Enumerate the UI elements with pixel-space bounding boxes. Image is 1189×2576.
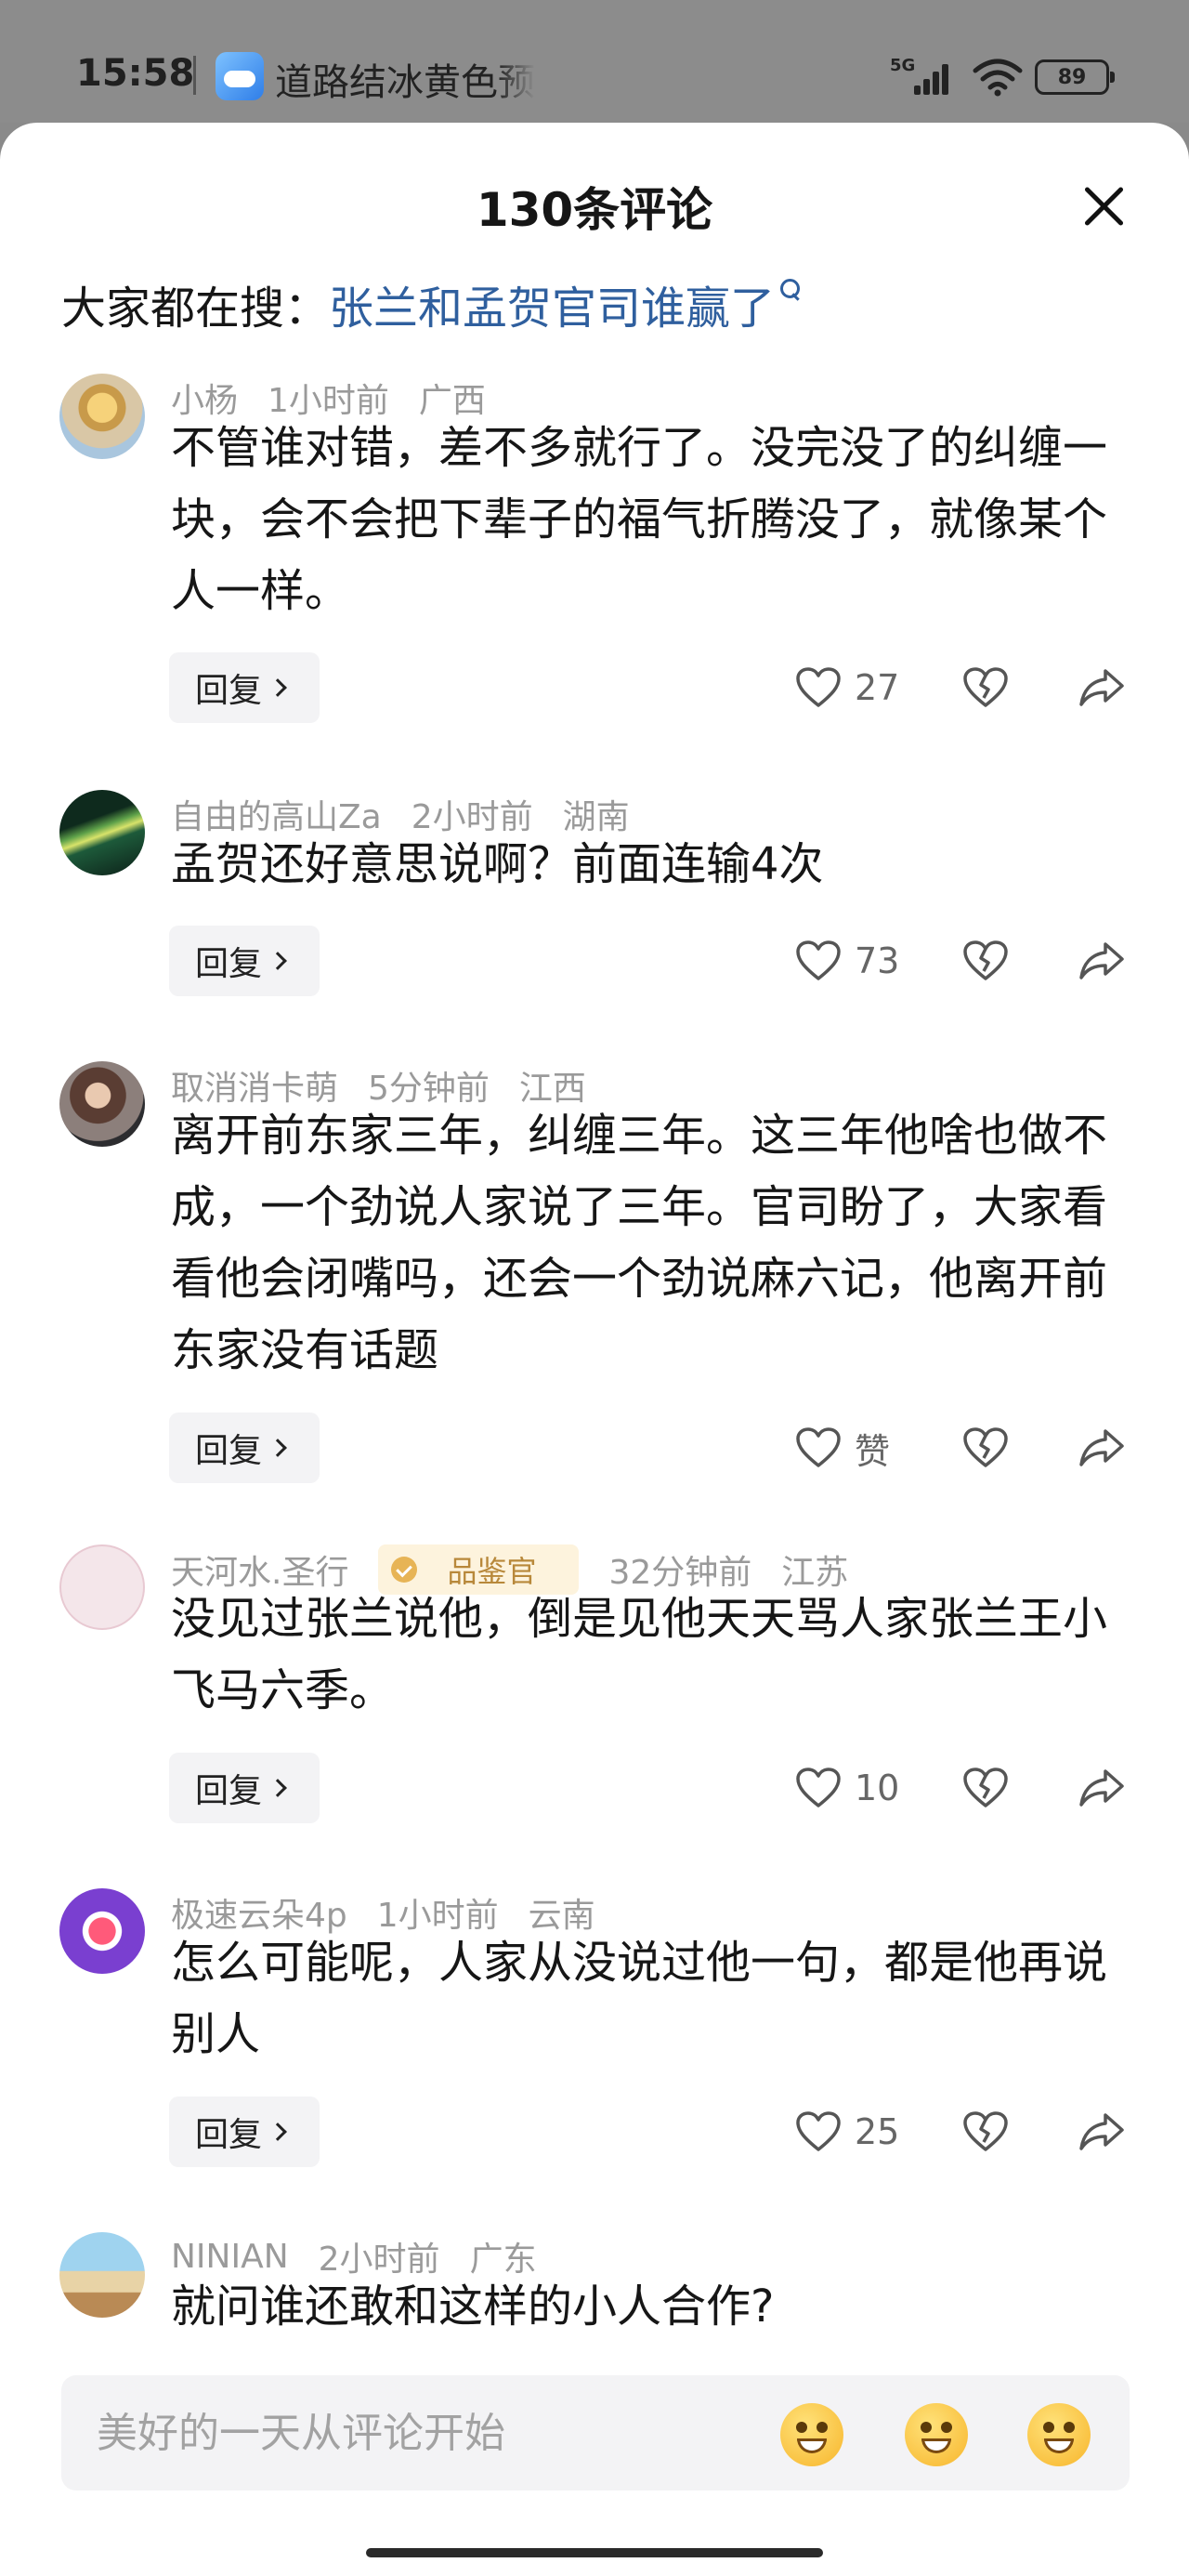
avatar[interactable] <box>59 1888 145 1974</box>
reply-button[interactable]: 回复 <box>169 1753 320 1823</box>
comment-text: 孟贺还好意思说啊？前面连输4次 <box>171 838 824 890</box>
chevron-right-icon <box>268 2123 287 2141</box>
share-icon <box>1079 1769 1124 1807</box>
status-time: 15:58 <box>76 52 195 95</box>
network-type: 5G <box>890 56 916 75</box>
emoji-icon[interactable] <box>1027 2403 1091 2466</box>
avatar[interactable] <box>59 374 145 459</box>
broken-heart-icon <box>963 940 1008 980</box>
like-button[interactable]: 27 <box>795 652 899 723</box>
dislike-button[interactable] <box>962 1413 1014 1483</box>
avatar[interactable] <box>59 1544 145 1630</box>
like-button[interactable]: 25 <box>795 2096 899 2167</box>
chevron-right-icon <box>268 1779 287 1797</box>
share-button[interactable] <box>1078 652 1130 723</box>
weather-app-icon <box>216 52 264 100</box>
search-suggestion: 大家都在搜：张兰和孟贺官司谁赢了 <box>61 271 803 336</box>
status-bar: 15:58 道路结冰黄色预警 5G 89 <box>0 0 1189 123</box>
wifi-icon <box>973 59 1023 97</box>
status-divider <box>193 56 196 95</box>
reply-label: 回复 <box>195 2116 263 2154</box>
chevron-right-icon <box>268 952 287 970</box>
sheet-title: 130条评论 <box>476 183 713 237</box>
close-icon[interactable] <box>1078 180 1130 232</box>
search-label: 大家都在搜： <box>61 283 330 335</box>
heart-icon <box>796 1768 841 1807</box>
like-count: 25 <box>855 2111 900 2152</box>
share-icon <box>1079 1429 1124 1466</box>
chevron-right-icon <box>268 678 287 697</box>
battery-icon: 89 <box>1035 59 1115 95</box>
like-button[interactable]: 10 <box>795 1753 899 1823</box>
share-button[interactable] <box>1078 926 1130 996</box>
share-button[interactable] <box>1078 2096 1130 2167</box>
like-count: 10 <box>855 1768 900 1808</box>
like-count: 赞 <box>855 1430 891 1472</box>
check-badge-icon <box>391 1557 418 1583</box>
dislike-button[interactable] <box>962 1753 1014 1823</box>
reply-button[interactable]: 回复 <box>169 2096 320 2167</box>
share-button[interactable] <box>1078 1413 1130 1483</box>
comment-text: 怎么可能呢，人家从没说过他一句，都是他再说别人 <box>171 1937 1108 2060</box>
broken-heart-icon <box>963 667 1008 707</box>
like-button[interactable]: 73 <box>795 926 899 996</box>
heart-icon <box>796 667 841 707</box>
avatar[interactable] <box>59 2232 145 2318</box>
comment-text: 就问谁还敢和这样的小人合作? <box>171 2280 775 2333</box>
like-count: 73 <box>855 940 900 981</box>
avatar[interactable] <box>59 1061 145 1147</box>
share-icon <box>1079 669 1124 706</box>
broken-heart-icon <box>963 1427 1008 1467</box>
avatar[interactable] <box>59 790 145 875</box>
status-notification: 道路结冰黄色预警 <box>275 61 535 104</box>
broken-heart-icon <box>963 1768 1008 1807</box>
share-icon <box>1079 942 1124 979</box>
comment-text: 没见过张兰说他，倒是见他天天骂人家张兰王小飞马六季。 <box>171 1593 1108 1716</box>
share-button[interactable] <box>1078 1753 1130 1823</box>
emoji-icon[interactable] <box>780 2403 843 2466</box>
comment-input[interactable] <box>97 2405 747 2461</box>
reply-button[interactable]: 回复 <box>169 1413 320 1483</box>
comment-input-bar <box>61 2375 1130 2491</box>
emoji-icon[interactable] <box>905 2403 968 2466</box>
search-icon <box>780 279 803 307</box>
like-button[interactable]: 赞 <box>795 1413 890 1483</box>
heart-icon <box>796 1427 841 1467</box>
home-indicator[interactable] <box>366 2548 823 2557</box>
heart-icon <box>796 940 841 980</box>
comments-sheet: 130条评论 大家都在搜：张兰和孟贺官司谁赢了 小杨 1小时前 广西 不管谁对错… <box>0 123 1189 2576</box>
dislike-button[interactable] <box>962 652 1014 723</box>
reply-label: 回复 <box>195 1772 263 1810</box>
comment-text: 离开前东家三年，纠缠三年。这三年他啥也做不成，一个劲说人家说了三年。官司盼了，大… <box>171 1110 1108 1376</box>
dislike-button[interactable] <box>962 926 1014 996</box>
reply-label: 回复 <box>195 672 263 710</box>
dislike-button[interactable] <box>962 2096 1014 2167</box>
reply-label: 回复 <box>195 1432 263 1470</box>
reply-button[interactable]: 回复 <box>169 926 320 996</box>
broken-heart-icon <box>963 2111 1008 2151</box>
chevron-right-icon <box>268 1439 287 1457</box>
signal-icon <box>914 61 957 95</box>
battery-level: 89 <box>1057 65 1087 89</box>
heart-icon <box>796 2111 841 2151</box>
search-query-link[interactable]: 张兰和孟贺官司谁赢了 <box>329 283 775 335</box>
share-icon <box>1079 2113 1124 2150</box>
reply-label: 回复 <box>195 945 263 983</box>
like-count: 27 <box>855 667 900 708</box>
comment-username[interactable]: NINIAN <box>171 2238 289 2276</box>
comment-text: 不管谁对错，差不多就行了。没完没了的纠缠一块，会不会把下辈子的福气折腾没了，就像… <box>171 422 1108 617</box>
reply-button[interactable]: 回复 <box>169 652 320 723</box>
